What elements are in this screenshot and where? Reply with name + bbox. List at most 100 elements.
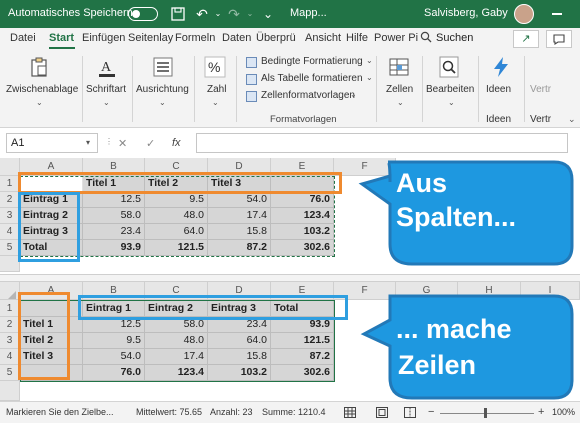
status-sum[interactable]: Summe: 1210.4 [262,407,326,417]
row-header[interactable]: 1 [0,300,20,317]
chevron-down-icon: ⌄ [36,98,43,107]
title-bar: Automatisches Speichern ↶ ⌄ ↷ ⌄ ⌄ Mapp..… [0,0,580,28]
ribbon-separator [236,56,237,122]
callout-bottom-line-1: ... mache [396,314,512,344]
avatar[interactable] [514,4,534,24]
more-icon: ⋮ [105,137,113,146]
zoom-level[interactable]: 100% [552,407,575,417]
formula-input[interactable] [196,133,568,153]
user-name[interactable]: Salvisberg, Gaby [424,7,508,19]
chevron-down-icon: ⌄ [366,73,373,82]
customize-toolbar-icon[interactable]: ⌄ [258,4,278,24]
autosave-toggle[interactable] [128,7,158,21]
tab-hilfe[interactable]: Hilfe [346,32,368,44]
cells-label: Zellen [386,84,414,95]
row-header[interactable]: 5 [0,240,20,256]
page-break-icon[interactable] [404,407,416,418]
sensitivity-label: Vertr [530,84,552,95]
row-header[interactable]: 4 [0,224,20,240]
cell-styles-button[interactable]: Zellenformatvorlagen [261,90,355,101]
svg-text:%: % [208,59,220,75]
row-header[interactable] [0,256,20,272]
chevron-down-icon[interactable]: ▾ [86,138,90,147]
callout-top-line-2: Spalten... [396,202,517,232]
enter-icon[interactable]: ✓ [146,137,155,150]
tab-einfuegen[interactable]: Einfügen [82,32,125,44]
pane-divider [0,274,580,282]
find-icon [439,56,459,78]
row-header[interactable]: 2 [0,317,20,333]
insert-function-icon[interactable]: fx [172,137,181,149]
ideas-button-label: Ideen [486,84,512,95]
cells-group[interactable]: Zellen ⌄ [378,50,420,128]
page-layout-icon[interactable] [376,407,388,418]
status-count[interactable]: Anzahl: 23 [210,407,253,417]
row-header[interactable]: 5 [0,365,20,381]
conditional-formatting-button[interactable]: Bedingte Formatierung [261,56,363,67]
zoom-in-button[interactable]: + [538,406,544,418]
chevron-down-icon: ⌄ [397,98,404,107]
conditional-formatting-icon [246,57,257,68]
zoom-out-button[interactable]: − [428,406,434,418]
tab-daten[interactable]: Daten [222,32,251,44]
highlight-header-row [78,295,348,320]
row-header[interactable]: 3 [0,333,20,349]
status-bar: Markieren Sie den Zielbe... Mittelwert: … [0,401,580,423]
highlight-first-column [18,192,80,262]
ribbon-separator [376,56,377,122]
ribbon-separator [82,56,83,122]
ribbon-separator [422,56,423,122]
document-name[interactable]: Mapp... [290,7,327,19]
collapse-ribbon-icon[interactable]: ⌄ [568,114,576,125]
tab-ueberpruefen[interactable]: Überprü [256,32,296,44]
row-header[interactable]: 4 [0,349,20,365]
normal-view-icon[interactable] [344,407,356,418]
format-as-table-button[interactable]: Als Tabelle formatieren [261,73,363,84]
spreadsheet: A B C D E F 1 2 3 4 5 Titel 1 Titel 2 Ti… [0,158,580,401]
tab-start[interactable]: Start [49,32,74,44]
ribbon-separator [478,56,479,122]
formula-bar: A1 ▾ ⋮ ✕ ✓ fx [0,128,580,158]
search-icon[interactable] [420,31,432,43]
number-group[interactable]: % Zahl ⌄ [196,50,234,128]
chevron-down-icon: ⌄ [350,90,357,99]
tab-ansicht[interactable]: Ansicht [305,32,341,44]
tab-power-pivot[interactable]: Power Pi [374,32,418,44]
editing-group[interactable]: Bearbeiten ⌄ [424,50,476,128]
clipboard-group[interactable]: Zwischenablage ⌄ [0,50,80,128]
tab-formeln[interactable]: Formeln [175,32,215,44]
redo-dropdown-icon[interactable]: ⌄ [240,4,260,24]
align-icon [153,57,173,77]
svg-text:A: A [101,60,112,75]
comments-button[interactable] [546,30,572,48]
row-header[interactable]: 2 [0,192,20,208]
select-all-button[interactable] [0,158,20,176]
chevron-down-icon: ⌄ [159,98,166,107]
tab-seitenlayout[interactable]: Seitenlay [128,32,173,44]
lightning-icon [494,57,508,77]
tab-datei[interactable]: Datei [10,32,36,44]
row-header[interactable]: 3 [0,208,20,224]
chevron-down-icon: ⌄ [103,98,110,107]
cancel-icon[interactable]: ✕ [118,137,127,150]
highlight-first-column [18,292,70,380]
alignment-group[interactable]: Ausrichtung ⌄ [134,50,192,128]
zoom-slider[interactable] [440,413,534,414]
clipboard-label: Zwischenablage [6,84,79,95]
status-average[interactable]: Mittelwert: 75.65 [136,407,202,417]
save-icon[interactable] [168,4,188,24]
zoom-slider-thumb[interactable] [484,408,487,418]
callout-bottom-line-2: Zeilen [398,350,477,380]
comment-icon [553,34,565,46]
minimize-icon[interactable] [552,13,562,15]
ideas-group[interactable]: Ideen Ideen [480,50,522,128]
name-box[interactable]: A1 [6,133,98,153]
row-header[interactable] [0,381,20,401]
styles-group-label: Formatvorlagen [270,114,337,125]
select-all-corner[interactable] [8,291,16,299]
font-group[interactable]: A Schriftart ⌄ [84,50,130,128]
callout-top-line-1: Aus [396,168,448,198]
share-button[interactable]: ↗ [513,30,539,48]
row-header[interactable]: 1 [0,176,20,192]
search-label[interactable]: Suchen [436,32,473,44]
